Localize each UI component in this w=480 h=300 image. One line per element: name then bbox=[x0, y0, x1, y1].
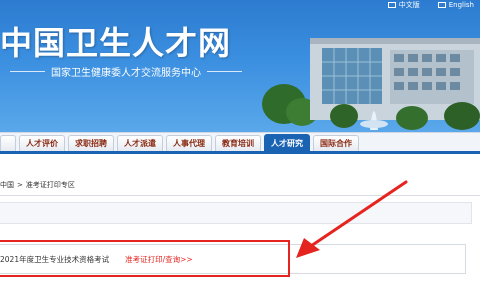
nav-item-personnel-agency[interactable]: 人事代理 bbox=[166, 135, 212, 151]
nav-item-talent-dispatch[interactable]: 人才派遣 bbox=[117, 135, 163, 151]
admission-ticket-print-link[interactable]: 准考证打印/查询>> bbox=[125, 254, 193, 265]
site-header: 中文版 English 中国卫生人才网 国家卫生健康委人才交流服务中心 bbox=[0, 0, 480, 132]
breadcrumb: 中国 > 准考证打印专区 bbox=[0, 180, 75, 190]
site-subtitle: 国家卫生健康委人才交流服务中心 bbox=[10, 64, 242, 79]
english-version-label: English bbox=[448, 1, 474, 9]
exam-title[interactable]: 2021年度卫生专业技术资格考试 bbox=[0, 254, 109, 265]
page: 中文版 English 中国卫生人才网 国家卫生健康委人才交流服务中心 人才评价… bbox=[0, 0, 480, 300]
nav-item-first[interactable] bbox=[0, 135, 16, 151]
subtitle-rule-left bbox=[10, 71, 45, 72]
site-title: 中国卫生人才网 bbox=[0, 24, 232, 62]
nav-item-job-recruitment[interactable]: 求职招聘 bbox=[68, 135, 114, 151]
divider bbox=[0, 195, 480, 196]
chinese-version-label: 中文版 bbox=[398, 1, 420, 9]
breadcrumb-separator: > bbox=[17, 181, 23, 189]
nav-item-talent-research[interactable]: 人才研究 bbox=[264, 134, 310, 151]
nav-item-talent-evaluation[interactable]: 人才评价 bbox=[19, 135, 65, 151]
flag-icon bbox=[387, 2, 396, 8]
chinese-version-link[interactable]: 中文版 bbox=[387, 0, 420, 10]
english-version-link[interactable]: English bbox=[437, 1, 474, 9]
breadcrumb-home[interactable]: 中国 bbox=[0, 180, 14, 190]
nav-item-education-training[interactable]: 教育培训 bbox=[215, 135, 261, 151]
top-links: 中文版 English bbox=[387, 0, 474, 10]
exam-list-item: 2021年度卫生专业技术资格考试 准考证打印/查询>> bbox=[0, 244, 466, 274]
subtitle-rule-right bbox=[207, 71, 242, 72]
subtitle-text: 国家卫生健康委人才交流服务中心 bbox=[51, 68, 201, 79]
flag-icon bbox=[437, 2, 446, 8]
main-nav: 人才评价 求职招聘 人才派遣 人事代理 教育培训 人才研究 国际合作 bbox=[0, 132, 480, 154]
nav-item-international-cooperation[interactable]: 国际合作 bbox=[313, 135, 359, 151]
breadcrumb-current: 准考证打印专区 bbox=[25, 181, 75, 189]
building-illustration bbox=[262, 38, 480, 130]
content-header-panel bbox=[0, 202, 472, 224]
